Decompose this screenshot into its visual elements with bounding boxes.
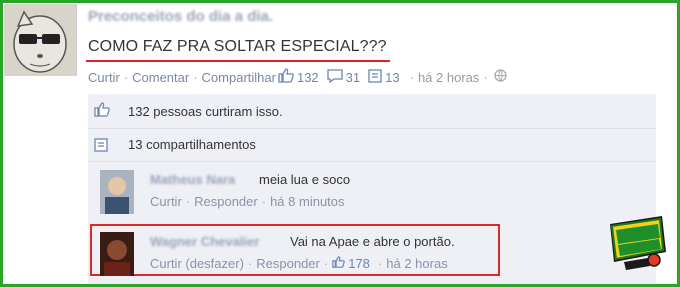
- separator: ·: [323, 256, 329, 271]
- feedback-panel: 132 pessoas curtiram isso. 13 compartilh…: [88, 94, 656, 284]
- separator: ·: [483, 69, 488, 85]
- comment-actions: Curtir (desfazer) · Responder · 178 · há…: [150, 256, 448, 271]
- watermark-logo: [604, 212, 670, 272]
- globe-icon: [494, 69, 507, 85]
- commenter-avatar[interactable]: [100, 232, 134, 276]
- post-actions: Curtir · Comentar · Compartilhar 132 31 …: [88, 68, 510, 86]
- red-underline: [86, 60, 390, 62]
- likes-count[interactable]: 132: [297, 70, 319, 85]
- comment-timestamp[interactable]: há 8 minutos: [270, 194, 344, 209]
- shares-summary-row[interactable]: 13 compartilhamentos: [88, 129, 656, 162]
- share-link[interactable]: Compartilhar: [202, 70, 276, 85]
- separator: ·: [193, 69, 198, 85]
- commenter-name[interactable]: Matheus Nara: [150, 172, 235, 187]
- thumbs-up-icon: [278, 68, 294, 86]
- comment-item: Wagner Chevalier Vai na Apae e abre o po…: [88, 224, 656, 282]
- commenter-avatar[interactable]: [100, 170, 134, 214]
- commenter-name[interactable]: Wagner Chevalier: [150, 234, 259, 249]
- poster-avatar[interactable]: [4, 4, 77, 76]
- separator: ·: [409, 69, 414, 85]
- like-link[interactable]: Curtir: [88, 70, 120, 85]
- comment-text: meia lua e soco: [259, 172, 351, 187]
- comment-unlike-link[interactable]: Curtir (desfazer): [150, 256, 244, 271]
- likes-summary-text[interactable]: 132 pessoas curtiram isso.: [128, 104, 283, 119]
- separator: ·: [185, 194, 191, 209]
- share-icon: [94, 138, 108, 155]
- likes-summary-row[interactable]: 132 pessoas curtiram isso.: [88, 94, 656, 129]
- comment-reply-link[interactable]: Responder: [256, 256, 320, 271]
- thumbs-up-icon: [332, 256, 346, 271]
- comment-link[interactable]: Comentar: [132, 70, 189, 85]
- shares-summary-text[interactable]: 13 compartilhamentos: [128, 137, 256, 152]
- comment-reply-link[interactable]: Responder: [194, 194, 258, 209]
- poster-name[interactable]: Preconceitos do dia a dia.: [88, 8, 273, 25]
- comment-timestamp[interactable]: há 2 horas: [386, 256, 447, 271]
- comments-count[interactable]: 31: [346, 70, 360, 85]
- separator: ·: [261, 194, 267, 209]
- comment-likes-count[interactable]: 178: [348, 256, 370, 271]
- comment-actions: Curtir · Responder · há 8 minutos: [150, 194, 345, 209]
- post-text: COMO FAZ PRA SOLTAR ESPECIAL???: [88, 38, 387, 55]
- shares-count[interactable]: 13: [385, 70, 399, 85]
- separator: ·: [377, 256, 383, 271]
- post-timestamp[interactable]: há 2 horas: [418, 70, 479, 85]
- thumbs-up-icon: [94, 102, 110, 120]
- comment-icon: [327, 68, 343, 86]
- comment-text: Vai na Apae e abre o portão.: [290, 234, 455, 249]
- share-icon: [368, 68, 382, 86]
- separator: ·: [123, 69, 129, 85]
- separator: ·: [247, 256, 253, 271]
- comment-like-link[interactable]: Curtir: [150, 194, 182, 209]
- comment-item: Matheus Nara meia lua e soco Curtir · Re…: [88, 162, 656, 220]
